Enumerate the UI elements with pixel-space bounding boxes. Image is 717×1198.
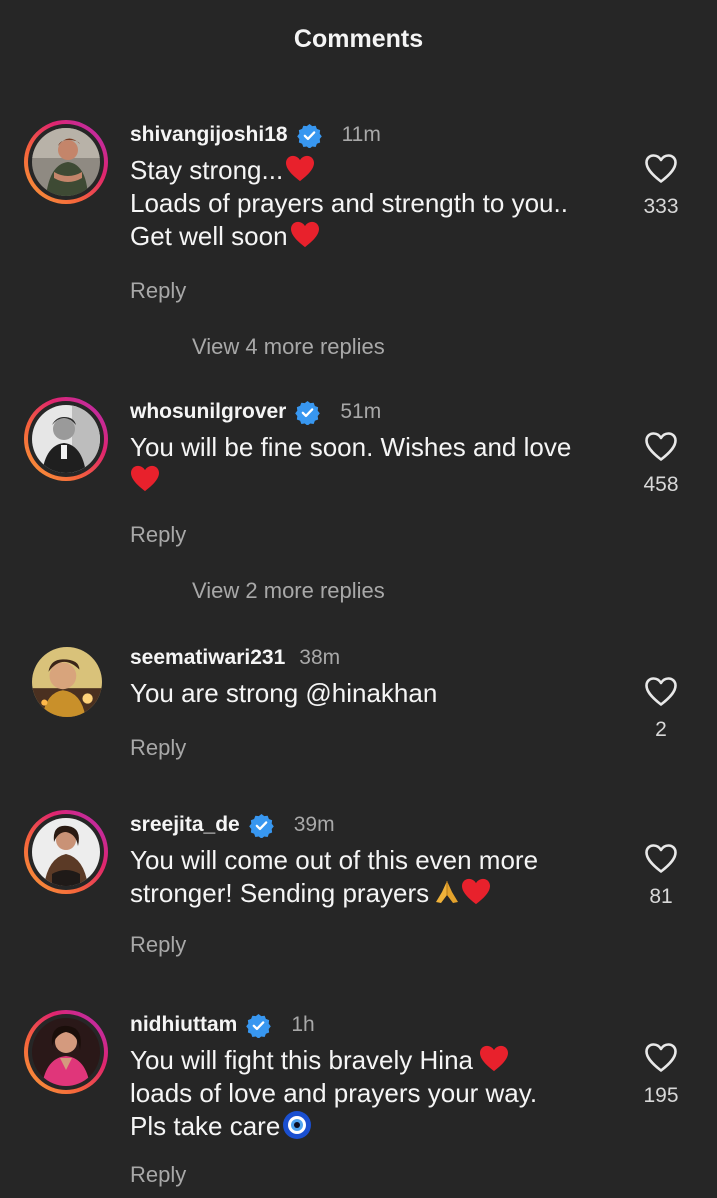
- comment-time: 38m: [299, 646, 341, 669]
- comment-line: You will be fine soon. Wishes and love: [130, 432, 572, 462]
- like-column: 81: [620, 843, 702, 909]
- comment-line: stronger! Sending prayers: [130, 878, 430, 908]
- heart-outline-icon[interactable]: [644, 153, 678, 184]
- comment-line: loads of love and prayers your way.: [130, 1078, 538, 1108]
- reply-button[interactable]: Reply: [130, 522, 186, 548]
- verified-badge-icon: [248, 813, 274, 838]
- reply-button[interactable]: Reply: [130, 932, 186, 958]
- heart-outline-icon[interactable]: [644, 843, 678, 874]
- comment-text: You will be fine soon. Wishes and love: [130, 431, 610, 497]
- comment-username[interactable]: nidhiuttam: [130, 1013, 237, 1037]
- comment-line: You will fight this bravely Hina: [130, 1045, 473, 1075]
- avatar[interactable]: [24, 643, 108, 727]
- like-column: 195: [620, 1042, 702, 1108]
- comment-time: 11m: [341, 123, 381, 146]
- comment-username[interactable]: seematiwari231: [130, 646, 285, 670]
- avatar[interactable]: [24, 1010, 108, 1094]
- comment-text: You will fight this bravely Hina loads o…: [130, 1044, 610, 1143]
- reply-button[interactable]: Reply: [130, 278, 186, 304]
- comment-time: 39m: [293, 813, 335, 836]
- red-heart-emoji-icon: [479, 1045, 509, 1073]
- comments-header: Comments: [0, 0, 717, 78]
- comment-line: You will come out of this even more: [130, 845, 539, 875]
- like-column: 333: [620, 153, 702, 219]
- like-count: 195: [643, 1084, 679, 1107]
- heart-outline-icon[interactable]: [644, 676, 678, 707]
- comment-text: You are strong @hinakhan: [130, 677, 610, 710]
- reply-button[interactable]: Reply: [130, 735, 186, 761]
- red-heart-emoji-icon: [130, 465, 160, 493]
- comment-username[interactable]: whosunilgrover: [130, 400, 286, 424]
- heart-outline-icon[interactable]: [644, 1042, 678, 1073]
- avatar-photo: [32, 647, 102, 717]
- comment-username[interactable]: sreejita_de: [130, 813, 240, 837]
- like-count: 333: [643, 195, 679, 218]
- comment-time: 51m: [340, 400, 382, 423]
- avatar-photo: [32, 1018, 100, 1086]
- view-more-replies-button[interactable]: View 4 more replies: [192, 334, 385, 360]
- comment-line: Pls take care: [130, 1111, 281, 1141]
- red-heart-emoji-icon: [290, 221, 320, 249]
- comment-line: Get well soon: [130, 221, 288, 251]
- comment-line: Stay strong...: [130, 155, 284, 185]
- avatar-photo: [32, 818, 100, 886]
- like-count: 2: [655, 718, 667, 741]
- red-heart-emoji-icon: [461, 878, 491, 906]
- reply-button[interactable]: Reply: [130, 1162, 186, 1188]
- avatar[interactable]: [24, 810, 108, 894]
- nazar-amulet-emoji-icon: [282, 1110, 312, 1140]
- heart-outline-icon[interactable]: [644, 431, 678, 462]
- comment-line: You are strong @hinakhan: [130, 678, 438, 708]
- comment-time: 1h: [291, 1013, 315, 1036]
- comment-line: Loads of prayers and strength to you..: [130, 188, 568, 218]
- comment-username[interactable]: shivangijoshi18: [130, 123, 288, 147]
- avatar[interactable]: [24, 120, 108, 204]
- red-heart-emoji-icon: [285, 155, 315, 183]
- comment-text: You will come out of this even more stro…: [130, 844, 610, 910]
- verified-badge-icon: [296, 123, 322, 148]
- verified-badge-icon: [295, 400, 321, 425]
- like-column: 458: [620, 431, 702, 497]
- folded-hands-emoji-icon: [433, 878, 461, 906]
- like-column: 2: [620, 676, 702, 742]
- avatar[interactable]: [24, 397, 108, 481]
- verified-badge-icon: [246, 1013, 272, 1038]
- like-count: 458: [643, 473, 679, 496]
- page-title: Comments: [293, 24, 424, 53]
- avatar-photo: [32, 128, 100, 196]
- view-more-replies-button[interactable]: View 2 more replies: [192, 578, 385, 604]
- like-count: 81: [649, 885, 673, 908]
- avatar-photo: [32, 405, 100, 473]
- comment-text: Stay strong... Loads of prayers and stre…: [130, 154, 610, 253]
